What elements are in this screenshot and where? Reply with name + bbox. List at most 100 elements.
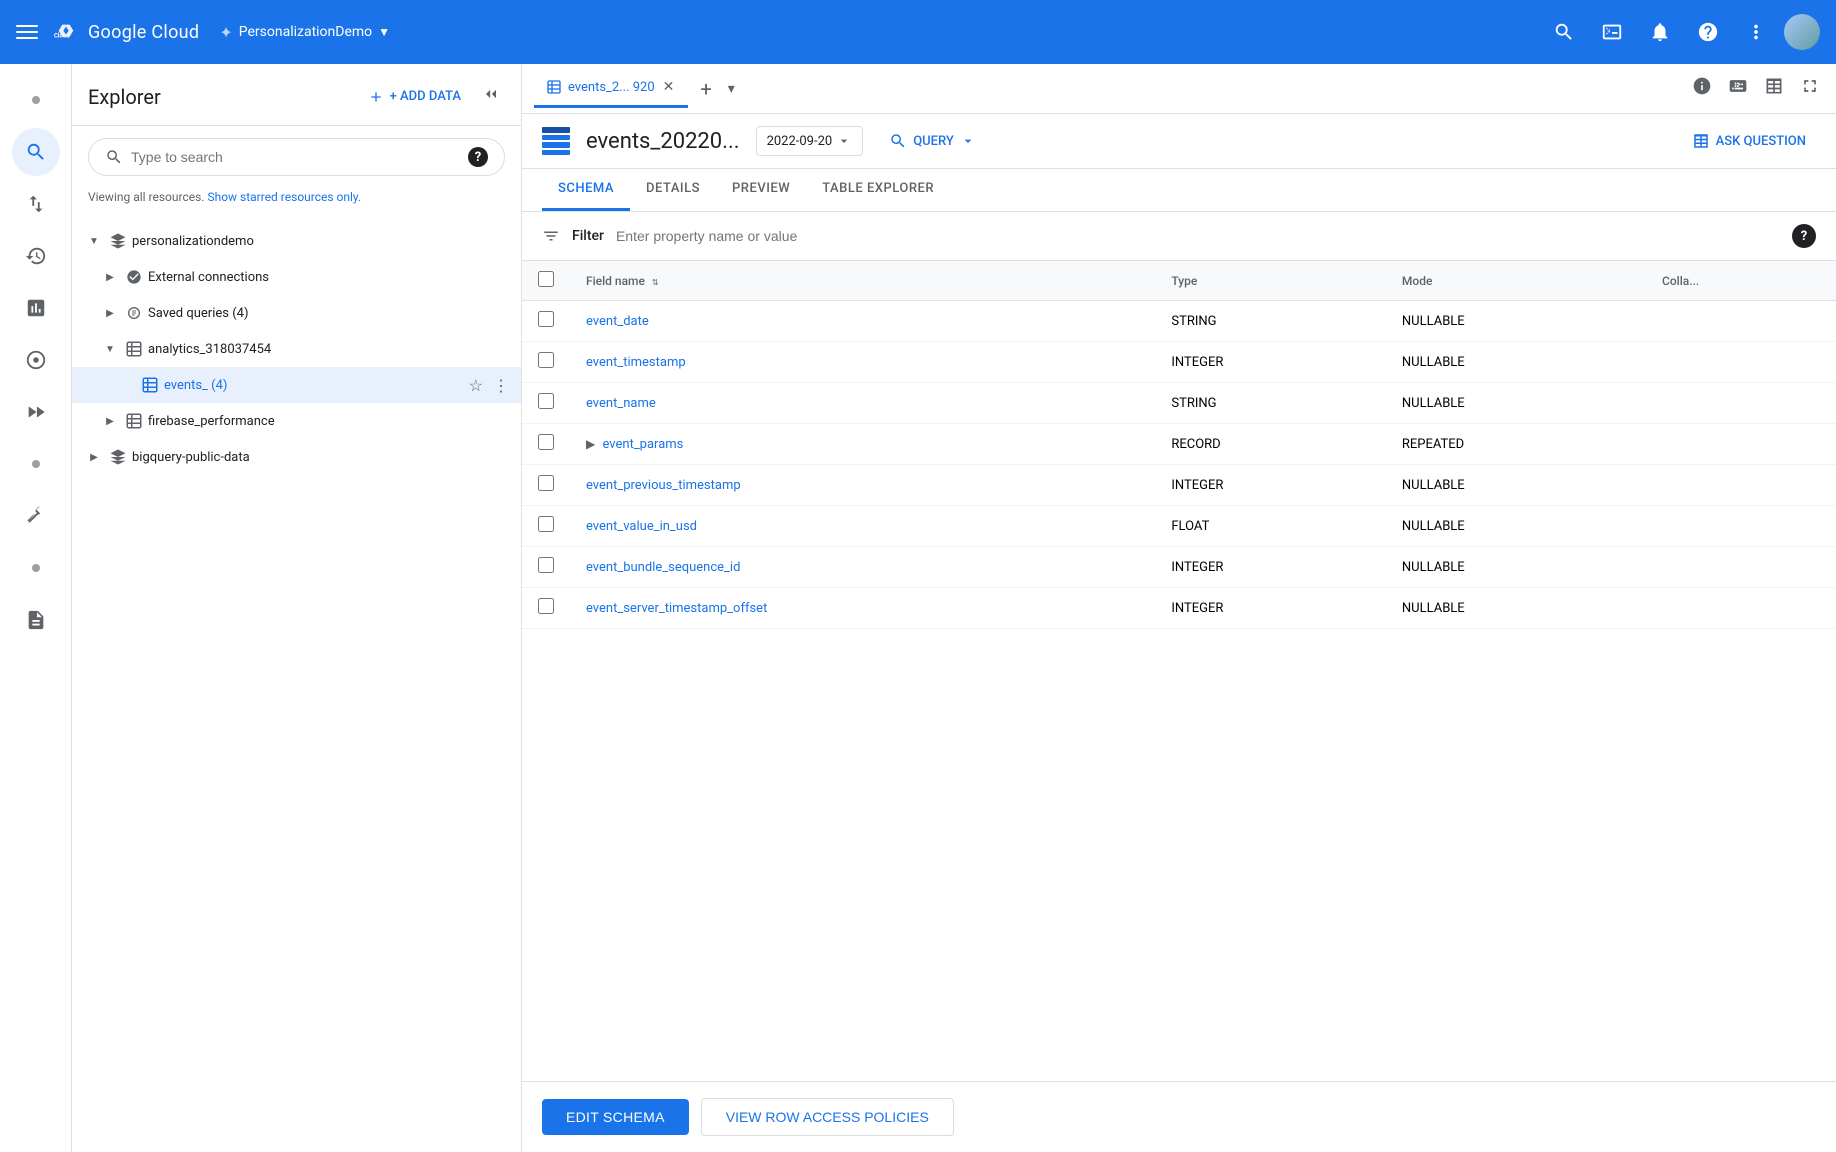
star-button-analytics[interactable]: ☆ [465, 338, 487, 361]
tab-schema[interactable]: SCHEMA [542, 169, 630, 211]
table-view-icon-button[interactable] [1760, 72, 1788, 105]
sidebar-item-tools[interactable] [12, 492, 60, 540]
type-event-date: STRING [1155, 301, 1386, 342]
tab-events[interactable]: events_2... 920 ✕ [534, 69, 688, 108]
tree-item-analytics-dataset[interactable]: analytics_318037454 ☆ ⋮ [72, 331, 521, 367]
more-button-firebase[interactable]: ⋮ [489, 410, 513, 433]
field-link-event-timestamp[interactable]: event_timestamp [586, 355, 686, 370]
col-type[interactable]: Type [1155, 261, 1386, 301]
search-button[interactable] [1544, 12, 1584, 52]
filter-bar: Filter ? [522, 212, 1836, 261]
star-button-bigquery[interactable]: ★ [465, 446, 487, 469]
tree-arrow-firebase[interactable] [100, 411, 120, 431]
user-avatar[interactable] [1784, 14, 1820, 50]
more-button-bigquery[interactable]: ⋮ [489, 446, 513, 469]
view-policies-button[interactable]: VIEW ROW ACCESS POLICIES [701, 1098, 954, 1136]
col-field-name[interactable]: Field name ⇅ [570, 261, 1155, 301]
field-link-event-date[interactable]: event_date [586, 314, 649, 329]
tree-item-firebase[interactable]: firebase_performance ☆ ⋮ [72, 403, 521, 439]
query-button[interactable]: QUERY [879, 126, 986, 156]
ask-question-button[interactable]: ASK QUESTION [1682, 126, 1816, 156]
field-link-event-value[interactable]: event_value_in_usd [586, 519, 697, 534]
table-toolbar: events_20220... 2022-09-20 QUERY ASK QUE… [522, 114, 1836, 169]
tree-arrow-personalizationdemo[interactable] [84, 231, 104, 251]
filter-help-icon[interactable]: ? [1792, 224, 1816, 248]
schema-content: Filter ? Field name ⇅ Type [522, 212, 1836, 1081]
tab-close-button[interactable]: ✕ [661, 77, 677, 97]
notifications-button[interactable] [1640, 12, 1680, 52]
select-all-checkbox[interactable] [538, 271, 554, 287]
star-button-firebase[interactable]: ☆ [465, 410, 487, 433]
search-input[interactable] [131, 149, 460, 165]
star-button-personalizationdemo[interactable]: ★ [465, 230, 487, 253]
help-button[interactable] [1688, 12, 1728, 52]
expand-arrow-event-params[interactable]: ▶ [586, 437, 595, 451]
tree-item-external-connections[interactable]: External connections [72, 259, 521, 295]
row-checkbox-event-value[interactable] [522, 506, 570, 547]
sidebar-item-chart[interactable] [12, 284, 60, 332]
keyboard-icon-button[interactable] [1724, 72, 1752, 105]
bottom-actions: EDIT SCHEMA VIEW ROW ACCESS POLICIES [522, 1081, 1836, 1152]
sidebar-item-document[interactable] [12, 596, 60, 644]
field-name-event-params: ▶ event_params [570, 424, 1155, 465]
project-selector[interactable]: ✦ PersonalizationDemo ▼ [211, 19, 398, 46]
terminal-button[interactable] [1592, 12, 1632, 52]
row-checkbox-event-timestamp[interactable] [522, 342, 570, 383]
more-button-personalizationdemo[interactable]: ⋮ [489, 230, 513, 253]
tab-preview[interactable]: PREVIEW [716, 169, 806, 211]
sidebar-item-search[interactable] [12, 128, 60, 176]
field-link-event-name[interactable]: event_name [586, 396, 656, 411]
more-button-analytics[interactable]: ⋮ [489, 338, 513, 361]
field-link-event-prev-ts[interactable]: event_previous_timestamp [586, 478, 741, 493]
tree-item-bigquery-public[interactable]: bigquery-public-data ★ ⋮ [72, 439, 521, 475]
row-checkbox-event-server-ts[interactable] [522, 588, 570, 629]
filter-input[interactable] [616, 228, 1780, 244]
star-button-events[interactable]: ☆ [465, 374, 487, 397]
tree-label-external-connections: External connections [148, 270, 513, 285]
field-link-event-params[interactable]: event_params [602, 437, 683, 452]
more-options-button[interactable] [1736, 12, 1776, 52]
collapse-panel-button[interactable] [477, 80, 505, 113]
hamburger-menu-button[interactable] [16, 25, 38, 39]
row-checkbox-event-prev-ts[interactable] [522, 465, 570, 506]
tree-item-events[interactable]: events_ (4) ☆ ⋮ [72, 367, 521, 403]
col-collation[interactable]: Colla... [1646, 261, 1836, 301]
more-button-events[interactable]: ⋮ [489, 374, 513, 397]
row-checkbox-event-name[interactable] [522, 383, 570, 424]
tree-item-personalizationdemo[interactable]: personalizationdemo ★ ⋮ [72, 223, 521, 259]
search-help-icon[interactable]: ? [468, 147, 488, 167]
date-selector[interactable]: 2022-09-20 [756, 126, 864, 156]
tree-arrow-saved-queries[interactable] [100, 303, 120, 323]
info-icon-button[interactable] [1688, 72, 1716, 105]
field-link-event-bundle[interactable]: event_bundle_sequence_id [586, 560, 740, 575]
project-name: PersonalizationDemo [239, 24, 372, 40]
show-starred-link[interactable]: Show starred resources only. [207, 190, 361, 204]
field-name-event-prev-ts: event_previous_timestamp [570, 465, 1155, 506]
fullscreen-icon-button[interactable] [1796, 72, 1824, 105]
tree-arrow-analytics[interactable] [100, 339, 120, 359]
tab-dropdown-button[interactable]: ▾ [724, 77, 739, 101]
row-checkbox-event-date[interactable] [522, 301, 570, 342]
tab-table-explorer[interactable]: TABLE EXPLORER [806, 169, 950, 211]
tree-arrow-bigquery[interactable] [84, 447, 104, 467]
tree-label-bigquery: bigquery-public-data [132, 450, 461, 465]
colla-event-prev-ts [1646, 465, 1836, 506]
edit-schema-button[interactable]: EDIT SCHEMA [542, 1099, 689, 1135]
field-link-event-server-ts[interactable]: event_server_timestamp_offset [586, 601, 767, 616]
col-checkbox [522, 261, 570, 301]
col-mode[interactable]: Mode [1386, 261, 1646, 301]
sidebar-item-transfer[interactable] [12, 180, 60, 228]
mode-event-date: NULLABLE [1386, 301, 1646, 342]
sidebar-item-analytics[interactable] [12, 336, 60, 384]
sidebar-item-history[interactable] [12, 232, 60, 280]
tab-details[interactable]: DETAILS [630, 169, 716, 211]
add-tab-button[interactable]: + [692, 73, 719, 105]
table-header-row: Field name ⇅ Type Mode Colla... [522, 261, 1836, 301]
add-data-button[interactable]: + ADD DATA [360, 83, 469, 111]
tree-arrow-external[interactable] [100, 267, 120, 287]
row-checkbox-event-params[interactable] [522, 424, 570, 465]
colla-event-date [1646, 301, 1836, 342]
sidebar-item-pipeline[interactable] [12, 388, 60, 436]
row-checkbox-event-bundle[interactable] [522, 547, 570, 588]
tree-item-saved-queries[interactable]: Saved queries (4) [72, 295, 521, 331]
